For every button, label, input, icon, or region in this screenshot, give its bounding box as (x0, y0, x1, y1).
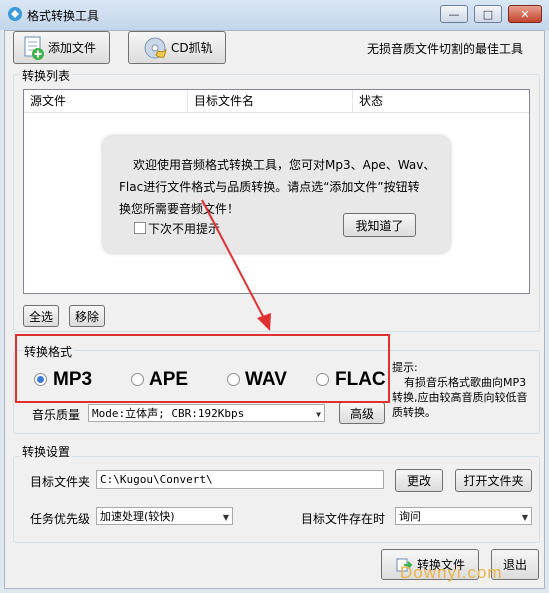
quality-value: Mode:立体声; CBR:192Kbps (92, 407, 245, 420)
title-bar: 格式转换工具 — □ ✕ (0, 0, 549, 30)
conversion-list-legend: 转换列表 (20, 67, 73, 84)
add-file-button[interactable]: 添加文件 (13, 31, 110, 64)
file-list-header: 源文件 目标文件名 状态 (24, 90, 529, 113)
hint-body: 有损音乐格式歌曲向MP3转换,应由较高音质向较低音质转换。 (392, 376, 528, 419)
close-button[interactable]: ✕ (508, 5, 542, 23)
target-folder-label: 目标文件夹 (30, 475, 91, 489)
column-target-filename[interactable]: 目标文件名 (188, 90, 353, 112)
chevron-down-icon: ▼ (222, 513, 229, 522)
add-file-icon (24, 36, 44, 60)
cd-rip-button[interactable]: CD抓轨 (128, 31, 226, 64)
window-title: 格式转换工具 (27, 9, 100, 23)
file-exists-label: 目标文件存在时 (301, 512, 386, 526)
settings-legend: 转换设置 (20, 443, 73, 460)
cd-rip-label: CD抓轨 (171, 41, 213, 55)
change-folder-button[interactable]: 更改 (395, 469, 443, 492)
format-hint: 提示: 有损音乐格式歌曲向MP3转换,应由较高音质向较低音质转换。 (392, 360, 532, 420)
remove-button[interactable]: 移除 (69, 305, 105, 327)
cd-icon (144, 37, 167, 58)
priority-value: 加速处理(较快) (100, 510, 175, 523)
priority-select[interactable]: 加速处理(较快) ▼ (96, 507, 233, 525)
quality-label: 音乐质量 (32, 408, 81, 422)
priority-label: 任务优先级 (30, 512, 91, 526)
got-it-button[interactable]: 我知道了 (343, 213, 416, 237)
arrow-icon (201, 199, 271, 331)
tip-line-1: 欢迎使用音频格式转换工具，您可对Mp3、Ape、Wav、 (133, 158, 436, 172)
hint-title: 提示: (392, 361, 418, 374)
watermark: Downyi.com (400, 563, 503, 582)
app-icon (8, 7, 22, 21)
maximize-button[interactable]: □ (474, 5, 502, 23)
chevron-down-icon: ▼ (316, 410, 321, 419)
file-exists-select[interactable]: 询问 ▼ (395, 507, 532, 525)
file-exists-value: 询问 (399, 510, 421, 523)
quality-select[interactable]: Mode:立体声; CBR:192Kbps ▼ (88, 404, 325, 422)
target-folder-input[interactable]: C:\Kugou\Convert\ (96, 470, 384, 489)
select-all-button[interactable]: 全选 (23, 305, 59, 327)
column-status[interactable]: 状态 (353, 90, 529, 112)
highlight-box (15, 334, 390, 403)
advanced-button[interactable]: 高级 (339, 402, 385, 424)
target-folder-value: C:\Kugou\Convert\ (100, 473, 213, 486)
dont-show-checkbox[interactable] (134, 222, 146, 234)
open-folder-button[interactable]: 打开文件夹 (455, 469, 532, 492)
minimize-button[interactable]: — (440, 5, 468, 23)
column-source-file[interactable]: 源文件 (24, 90, 188, 112)
add-file-label: 添加文件 (48, 41, 97, 55)
slogan-text: 无损音质文件切割的最佳工具 (367, 42, 524, 56)
chevron-down-icon: ▼ (521, 513, 528, 522)
